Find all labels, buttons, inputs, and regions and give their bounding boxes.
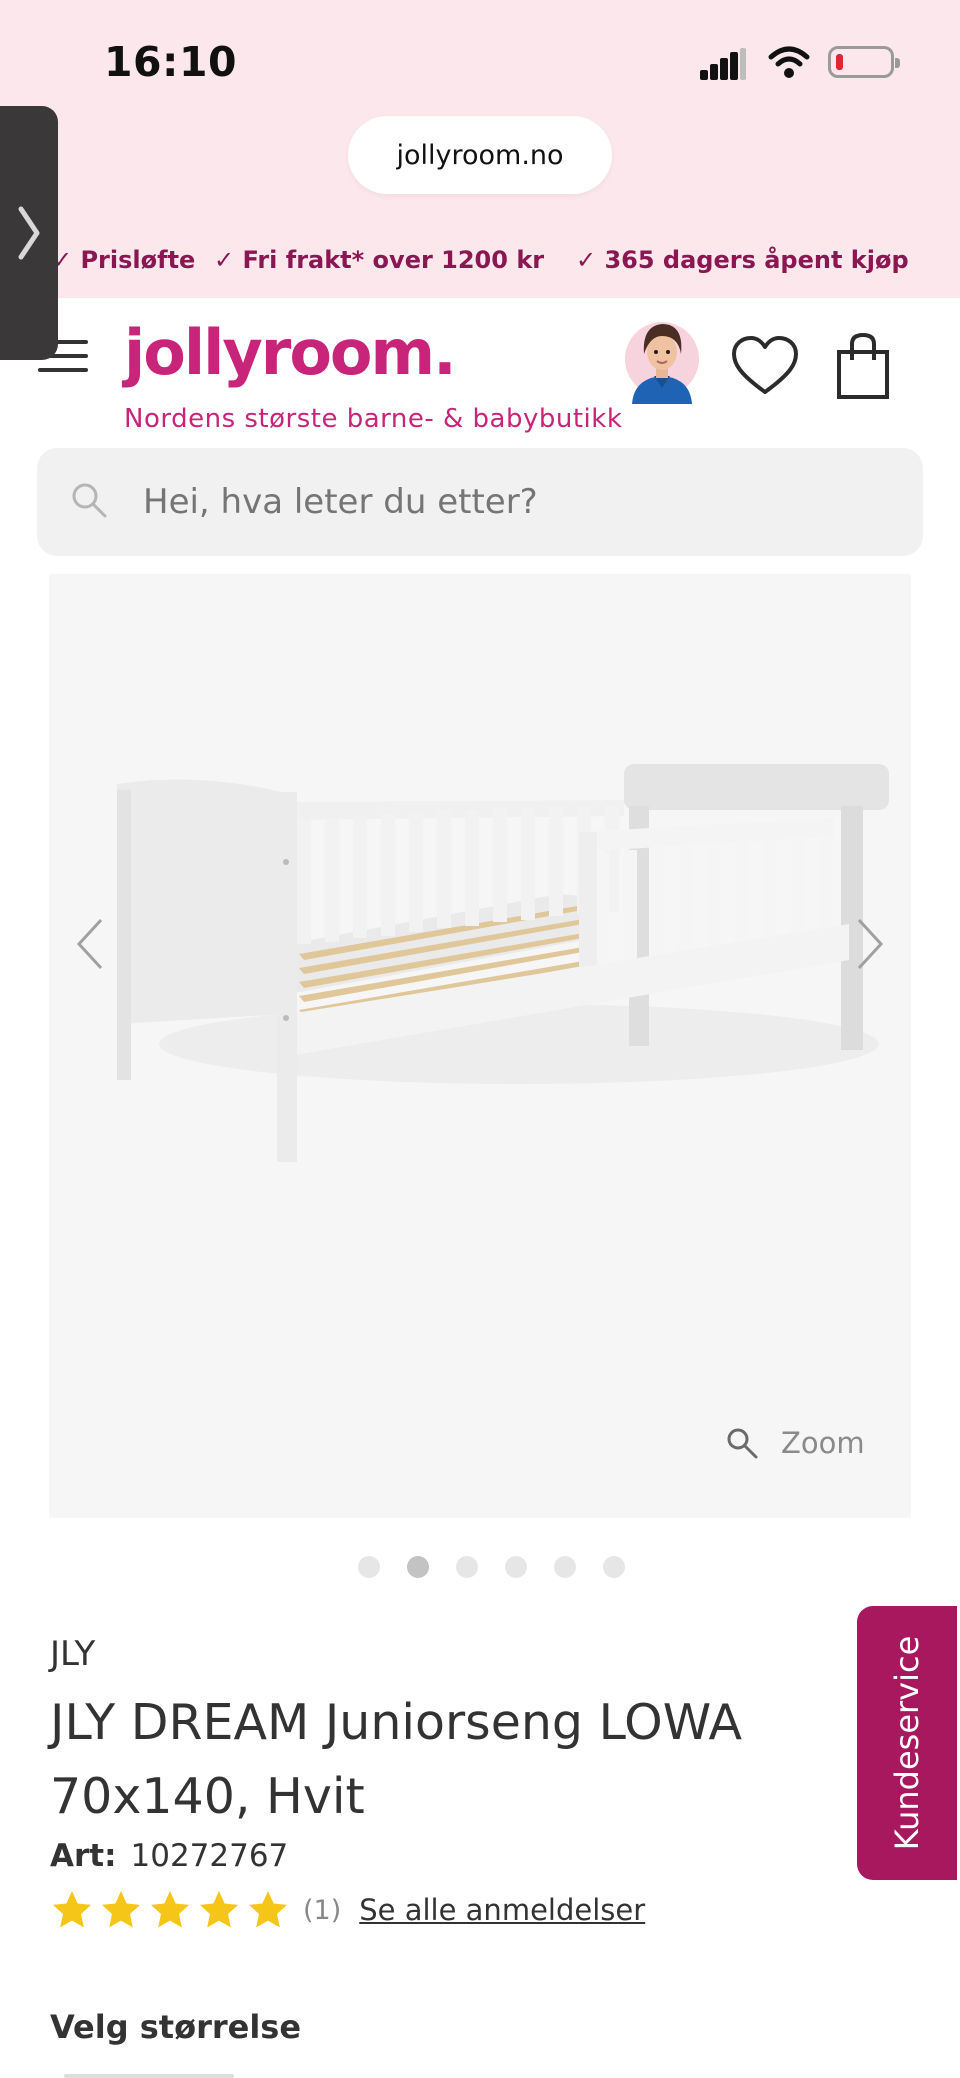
search-icon xyxy=(72,483,107,518)
gallery-dot[interactable] xyxy=(505,1556,527,1578)
search-input[interactable] xyxy=(143,448,903,556)
usp-bar: ✓ Prisløfte ✓ Fri frakt* over 1200 kr ✓ … xyxy=(58,246,960,276)
shopping-bag-icon[interactable] xyxy=(836,332,890,400)
customer-service-avatar[interactable] xyxy=(624,314,700,404)
star-icon xyxy=(102,1891,140,1928)
usp-item-open-purchase: ✓ 365 dagers åpent kjøp xyxy=(576,246,909,274)
gallery-dot[interactable] xyxy=(554,1556,576,1578)
search-bar[interactable] xyxy=(37,448,923,556)
gallery-next-arrow-icon[interactable] xyxy=(849,914,889,974)
gallery-pagination xyxy=(0,1556,960,1580)
gallery-dot[interactable] xyxy=(603,1556,625,1578)
article-value: 10272767 xyxy=(130,1838,289,1874)
gallery-dot-active[interactable] xyxy=(407,1556,429,1578)
address-bar[interactable]: jollyroom.no xyxy=(348,116,612,194)
product-rating: (1) Se alle anmeldelser xyxy=(50,1888,645,1932)
size-selector-box[interactable] xyxy=(64,2074,234,2078)
product-brand[interactable]: JLY xyxy=(50,1634,95,1674)
zoom-label: Zoom xyxy=(781,1426,865,1460)
battery-icon xyxy=(828,46,900,78)
customer-service-label: Kundeservice xyxy=(888,1635,926,1851)
star-icon xyxy=(249,1891,287,1928)
size-selector-heading: Velg størrelse xyxy=(50,2008,302,2046)
usp-item-price-promise: ✓ Prisløfte xyxy=(58,246,196,274)
gallery-prev-arrow-icon[interactable] xyxy=(71,914,111,974)
site-tagline: Nordens største barne- & babybutikk xyxy=(124,404,623,434)
see-all-reviews-link[interactable]: Se alle anmeldelser xyxy=(359,1893,645,1927)
article-number: Art: 10272767 xyxy=(50,1838,288,1874)
star-icon xyxy=(53,1891,91,1928)
chevron-right-icon xyxy=(18,206,40,260)
wishlist-heart-icon[interactable] xyxy=(730,334,800,398)
customer-service-button[interactable]: Kundeservice xyxy=(857,1606,957,1880)
article-label: Art: xyxy=(50,1838,117,1874)
star-icon xyxy=(151,1891,189,1928)
usp-item-free-shipping: ✓ Fri frakt* over 1200 kr xyxy=(214,246,545,274)
magnifier-icon xyxy=(727,1428,758,1459)
status-time: 16:10 xyxy=(104,38,238,86)
product-title: JLY DREAM Juniorseng LOWA 70x140, Hvit xyxy=(50,1694,742,1825)
product-image-junior-bed xyxy=(117,764,889,1162)
gallery-dot[interactable] xyxy=(456,1556,478,1578)
review-count: (1) xyxy=(303,1894,342,1926)
gallery-dot[interactable] xyxy=(358,1556,380,1578)
zoom-button[interactable]: Zoom xyxy=(725,1426,865,1460)
wifi-icon xyxy=(768,46,810,78)
cellular-signal-icon xyxy=(700,48,746,80)
site-logo[interactable]: jollyroom. xyxy=(124,316,457,389)
side-panel-toggle[interactable] xyxy=(0,106,58,360)
star-icon xyxy=(200,1891,238,1928)
product-image-gallery[interactable]: Zoom xyxy=(49,574,911,1518)
